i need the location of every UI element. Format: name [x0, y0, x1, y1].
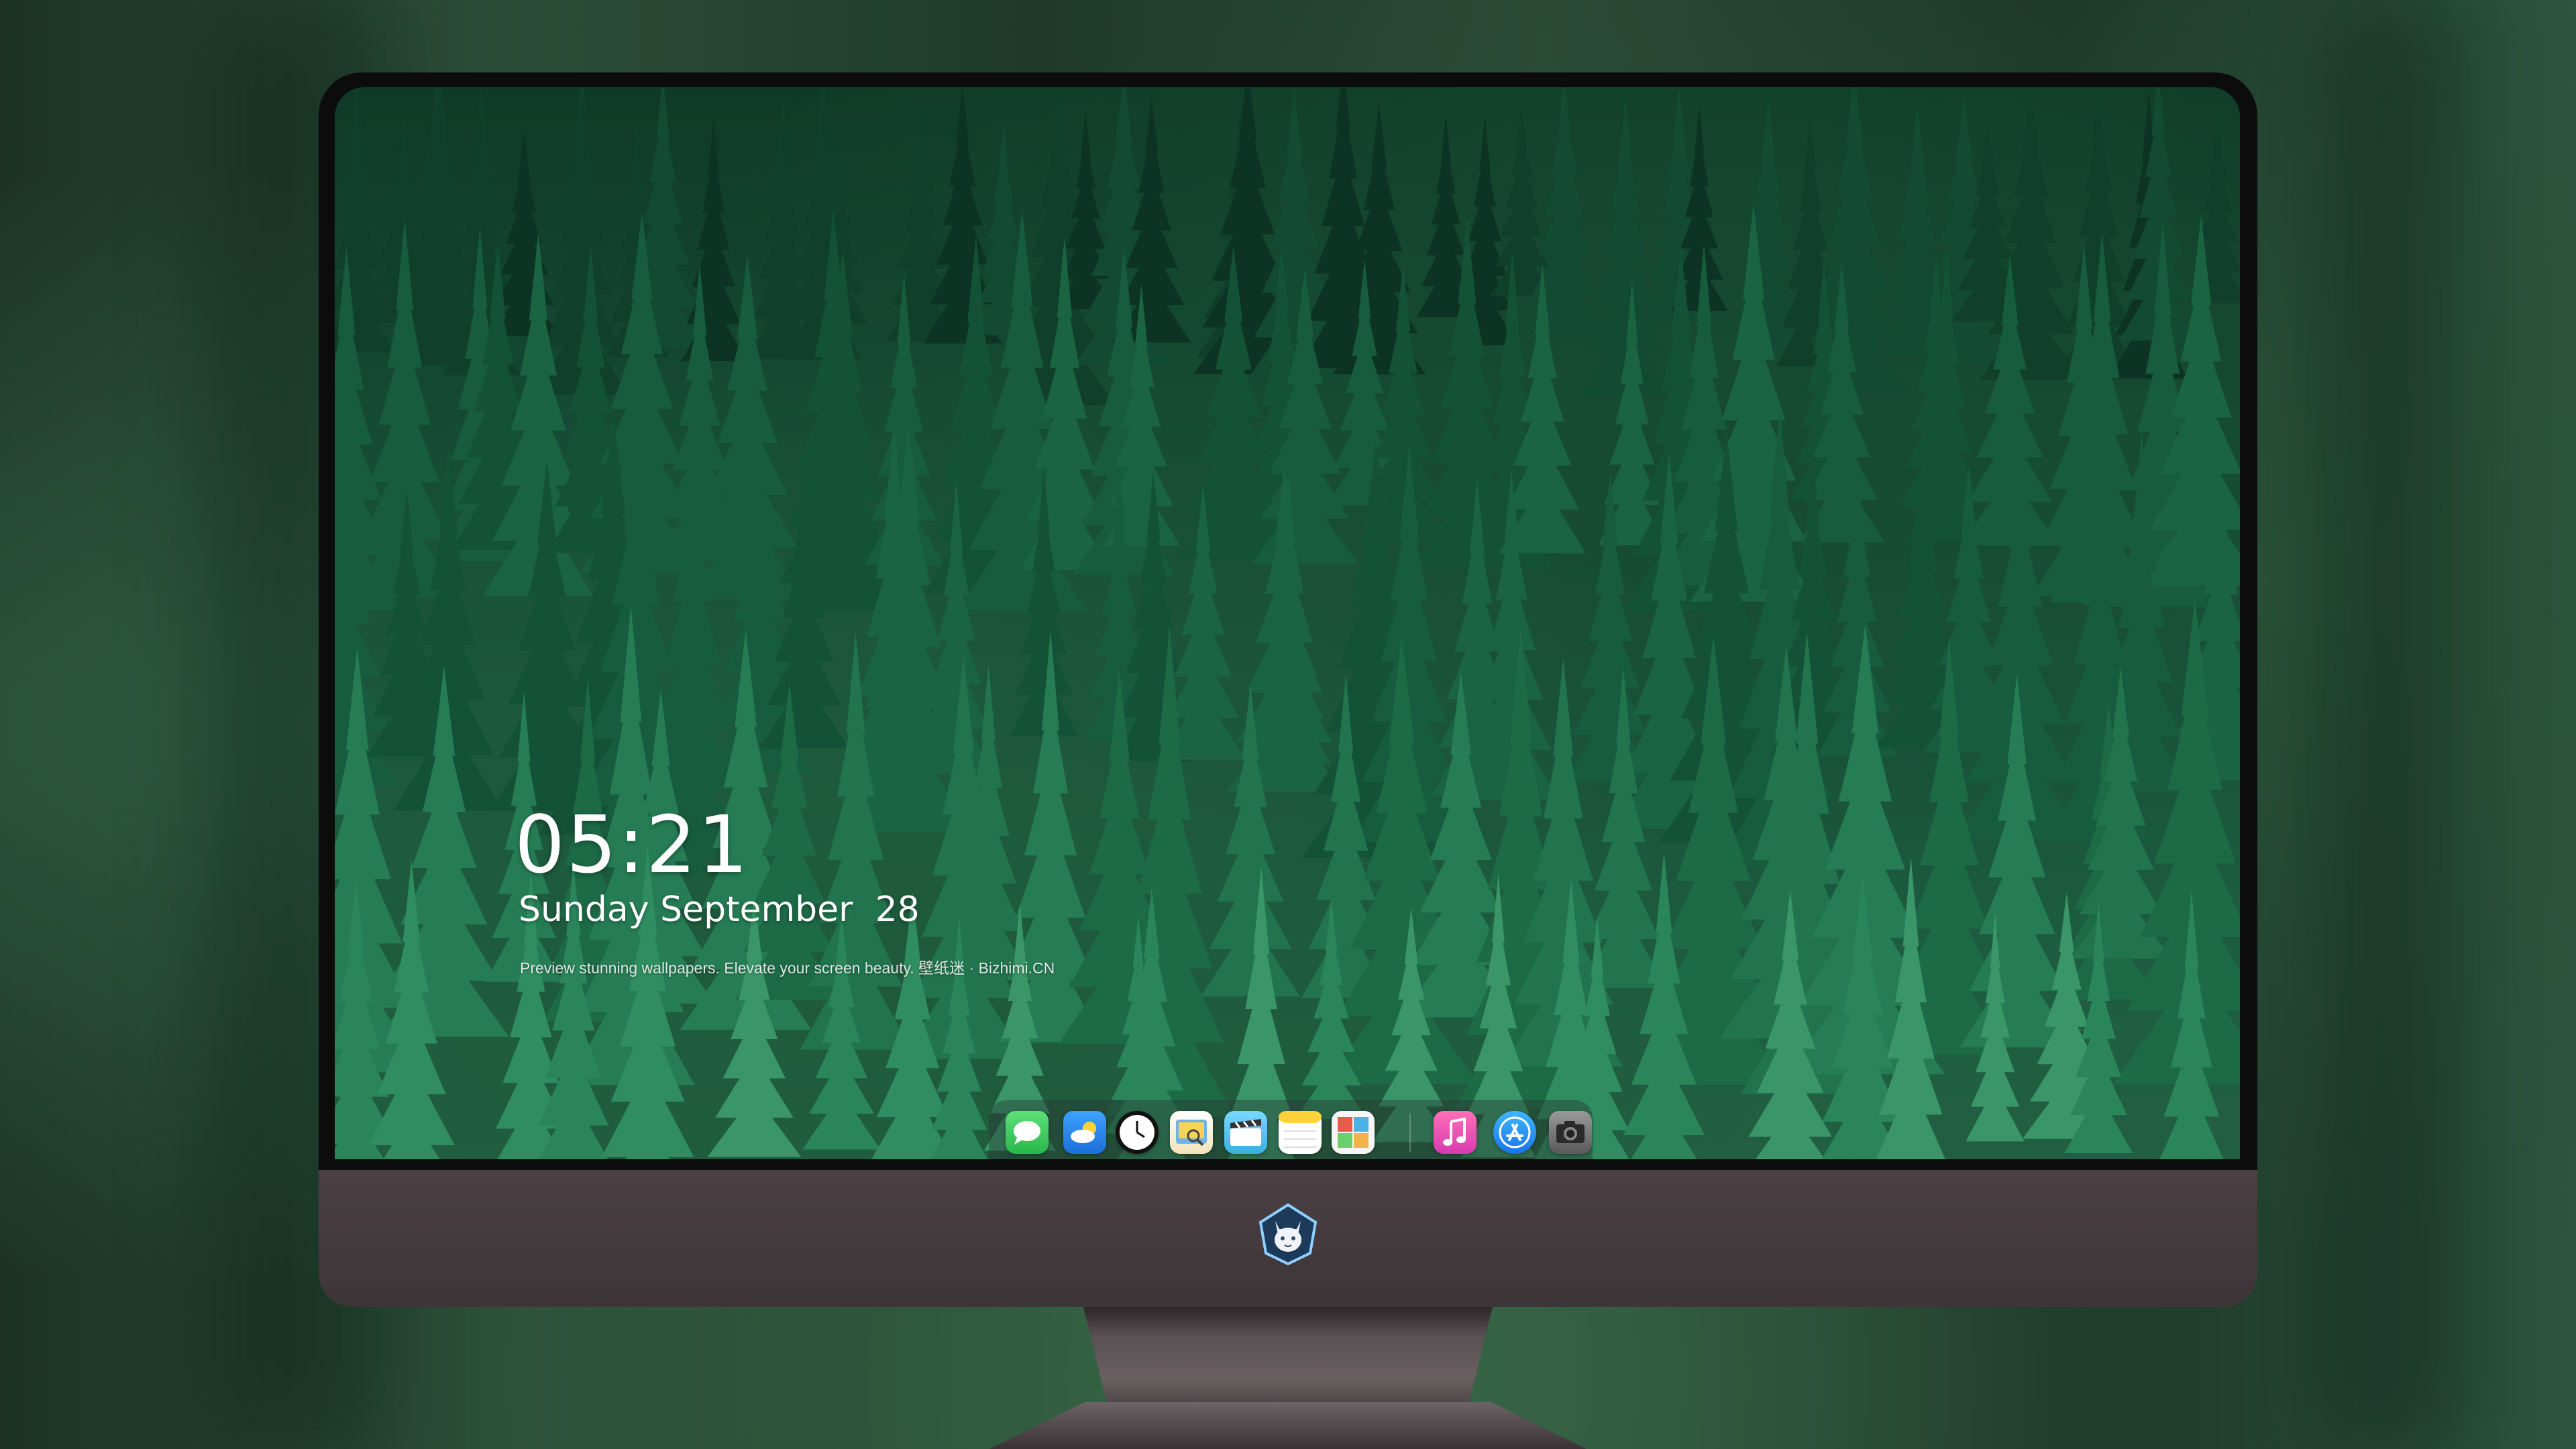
tree-silhouette: [1966, 1085, 2025, 1142]
weather-icon[interactable]: [1063, 1111, 1106, 1154]
desktop-screen: 05:21 Sunday September 28 Preview stunni…: [335, 87, 2240, 1159]
lock-date: Sunday September 28: [519, 890, 920, 930]
photo-booth-icon[interactable]: [1332, 1111, 1375, 1154]
monitor-stand-neck: [1083, 1307, 1493, 1407]
monitor-bezel: 05:21 Sunday September 28 Preview stunni…: [319, 72, 2257, 1173]
tree-silhouette: [707, 1093, 802, 1157]
music-icon[interactable]: [1434, 1111, 1477, 1154]
forest-wallpaper: [335, 87, 2240, 1159]
monitor: 05:21 Sunday September 28 Preview stunni…: [319, 72, 2257, 1307]
notes-icon[interactable]: [1279, 1111, 1322, 1154]
camera-icon[interactable]: [1549, 1111, 1592, 1154]
wallpaper-tagline: Preview stunning wallpapers. Elevate you…: [520, 959, 1055, 977]
clips-icon[interactable]: [1224, 1111, 1267, 1154]
lock-clock: 05:21: [515, 798, 750, 891]
dock-separator: [1409, 1114, 1411, 1152]
cat-mascot-logo: [1256, 1202, 1320, 1266]
tree-silhouette: [802, 1092, 881, 1150]
app-store-icon[interactable]: [1493, 1111, 1536, 1154]
monitor-chin: [319, 1170, 2257, 1307]
messages-icon[interactable]: [1006, 1111, 1049, 1154]
monitor-stand-base: [989, 1402, 1587, 1449]
preview-icon[interactable]: [1170, 1111, 1213, 1154]
clock-icon[interactable]: [1116, 1111, 1159, 1154]
